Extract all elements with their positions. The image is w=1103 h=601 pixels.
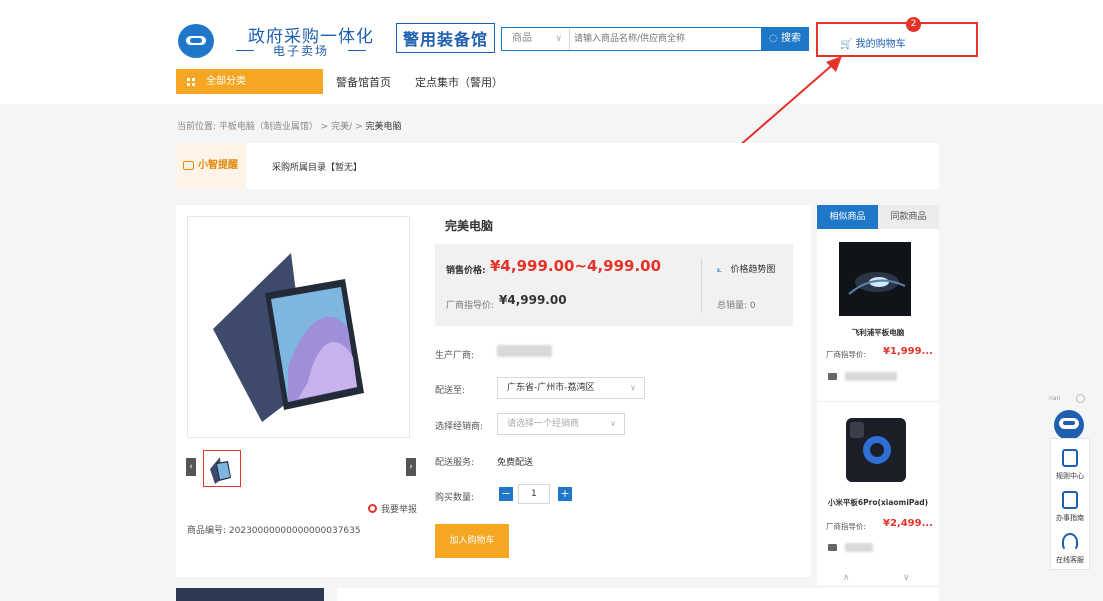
dealer-label: 选择经销商: xyxy=(435,422,484,432)
report-icon xyxy=(368,504,377,513)
tablet-thumbnail-image xyxy=(210,457,231,484)
chevron-up-icon[interactable]: ∧ xyxy=(843,573,850,583)
similar-products-sidebar: 相似商品 同款商品 飞利浦平板电脑 厂商指导价: ¥1,999... 小米平板6… xyxy=(817,205,939,585)
robot-icon xyxy=(183,161,194,170)
shop-icon xyxy=(828,544,837,551)
thumb-prev-button[interactable]: ‹ xyxy=(186,458,196,476)
chevron-down-icon: ∨ xyxy=(610,419,616,428)
grid-icon xyxy=(187,78,195,86)
side-product-name[interactable]: 飞利浦平板电脑 xyxy=(817,327,939,338)
qty-increase-button[interactable]: + xyxy=(558,487,572,501)
headset-icon xyxy=(1062,533,1078,551)
my-cart-link[interactable]: 🛒 我的购物车 xyxy=(840,35,906,50)
dock-rules-center[interactable]: 规则中心 xyxy=(1051,443,1089,483)
nav-designated-market[interactable]: 定点集市（警用） xyxy=(415,74,503,90)
thumbnail-strip: ‹ › xyxy=(186,450,416,488)
ref-price: ¥4,999.00 xyxy=(499,293,567,307)
price-label: 销售价格: xyxy=(446,266,486,276)
trend-chart-icon: ⟀ xyxy=(717,265,723,275)
report-link[interactable]: 我要举报 xyxy=(368,502,417,515)
document-icon xyxy=(1062,491,1078,509)
search-bar: 商品∨ ◌ 搜索 xyxy=(501,27,809,51)
assistant-robot-icon[interactable] xyxy=(1054,410,1084,440)
cart-highlight-box[interactable]: 🛒 我的购物车 2 xyxy=(816,17,978,57)
side-ref-label: 厂商指导价: xyxy=(826,522,867,531)
chevron-down-icon: ∨ xyxy=(630,383,636,392)
nav-pavilion-home[interactable]: 警备馆首页 xyxy=(336,74,391,90)
close-icon[interactable] xyxy=(1076,394,1085,403)
product-sku: 商品编号: 20230000000000000037635 xyxy=(187,526,361,536)
side-divider xyxy=(817,401,939,402)
qty-decrease-button[interactable]: − xyxy=(499,487,513,501)
price-divider xyxy=(701,258,702,313)
tip-text: 采购所属目录【暂无】 xyxy=(272,163,363,173)
search-category-select[interactable]: 商品 ∨ xyxy=(502,28,570,50)
tab-similar-products[interactable]: 相似商品 xyxy=(817,205,878,229)
quantity-label: 购买数量: xyxy=(435,493,475,503)
qty-input[interactable]: 1 xyxy=(518,484,550,504)
manufacturer-label: 生产厂商: xyxy=(435,351,475,361)
dock-tiny-label: nan xyxy=(1049,395,1061,402)
side-product-price: ¥1,999... xyxy=(883,346,933,357)
tip-bar: 小智提醒 采购所属目录【暂无】 xyxy=(176,143,939,189)
dock-service-guide[interactable]: 办事指南 xyxy=(1051,485,1089,525)
dealer-select[interactable]: 请选择一个经销商 ∨ xyxy=(497,413,625,435)
tab-same-products[interactable]: 同款商品 xyxy=(878,205,939,229)
side-product-image[interactable] xyxy=(839,242,911,316)
price-box: 销售价格: ¥4,999.00~4,999.00 厂商指导价: ¥4,999.0… xyxy=(435,244,793,326)
pavilion-name: 警用装备馆 xyxy=(396,23,496,53)
book-icon xyxy=(1062,449,1078,467)
side-ref-label: 厂商指导价: xyxy=(826,350,867,359)
tip-badge: 小智提醒 xyxy=(176,143,246,189)
product-main-image[interactable] xyxy=(187,216,410,438)
price-trend-link[interactable]: ⟀ 价格趋势图 xyxy=(717,262,775,275)
thumb-next-button[interactable]: › xyxy=(406,458,416,476)
tablet-image xyxy=(213,253,364,422)
manufacturer-redacted xyxy=(497,345,552,357)
ship-to-select[interactable]: 广东省-广州市-荔湾区 ∨ xyxy=(497,377,645,399)
tablet-product-image xyxy=(846,418,906,482)
bottom-section-header xyxy=(176,588,324,601)
chevron-down-icon: ∨ xyxy=(555,34,562,44)
search-button[interactable]: ◌ 搜索 xyxy=(761,27,809,51)
all-categories-button[interactable]: 全部分类 xyxy=(176,69,323,94)
cart-count-badge: 2 xyxy=(906,17,921,32)
dock-online-support[interactable]: 在线客服 xyxy=(1051,527,1089,567)
product-panel: ‹ › 我要举报 商品编号: 20230000000000000037635 完… xyxy=(176,205,811,577)
thumbnail[interactable] xyxy=(203,450,241,487)
chevron-down-icon[interactable]: ∨ xyxy=(903,573,910,583)
breadcrumb-current: 完美电脑 xyxy=(365,122,402,132)
shop-icon xyxy=(828,373,837,380)
search-input[interactable] xyxy=(574,29,754,49)
delivery-service-value: 免费配送 xyxy=(497,458,534,468)
delivery-service-label: 配送服务: xyxy=(435,458,475,468)
bottom-section-body xyxy=(337,588,939,601)
add-to-cart-button[interactable]: 加入购物车 xyxy=(435,524,509,558)
breadcrumb-path[interactable]: 平板电脑（制造业属馆） > 完美/ > xyxy=(219,122,363,132)
cart-icon: 🛒 xyxy=(840,39,853,50)
dock-panel: 规则中心 办事指南 在线客服 xyxy=(1050,438,1090,570)
side-product-image[interactable] xyxy=(842,414,914,488)
total-sales: 总销量: 0 xyxy=(717,301,756,311)
logo-emblem-icon xyxy=(178,24,214,58)
side-shop-redacted xyxy=(845,372,897,381)
side-product-name[interactable]: 小米平板6Pro(xiaomiPad) xyxy=(817,497,939,508)
ship-to-label: 配送至: xyxy=(435,386,466,396)
sale-price: ¥4,999.00~4,999.00 xyxy=(490,257,662,275)
logo-subtitle: 电子卖场 xyxy=(236,42,366,59)
side-shop-redacted xyxy=(845,543,873,552)
site-logo[interactable]: 政府采购一体化 电子卖场 警用装备馆 xyxy=(178,20,496,62)
side-product-price: ¥2,499... xyxy=(883,518,933,529)
breadcrumb: 当前位置: 平板电脑（制造业属馆） > 完美/ > 完美电脑 xyxy=(177,122,402,132)
car-headlight-image xyxy=(848,272,906,295)
product-title: 完美电脑 xyxy=(445,219,494,233)
ref-price-label: 厂商指导价: xyxy=(446,301,495,311)
